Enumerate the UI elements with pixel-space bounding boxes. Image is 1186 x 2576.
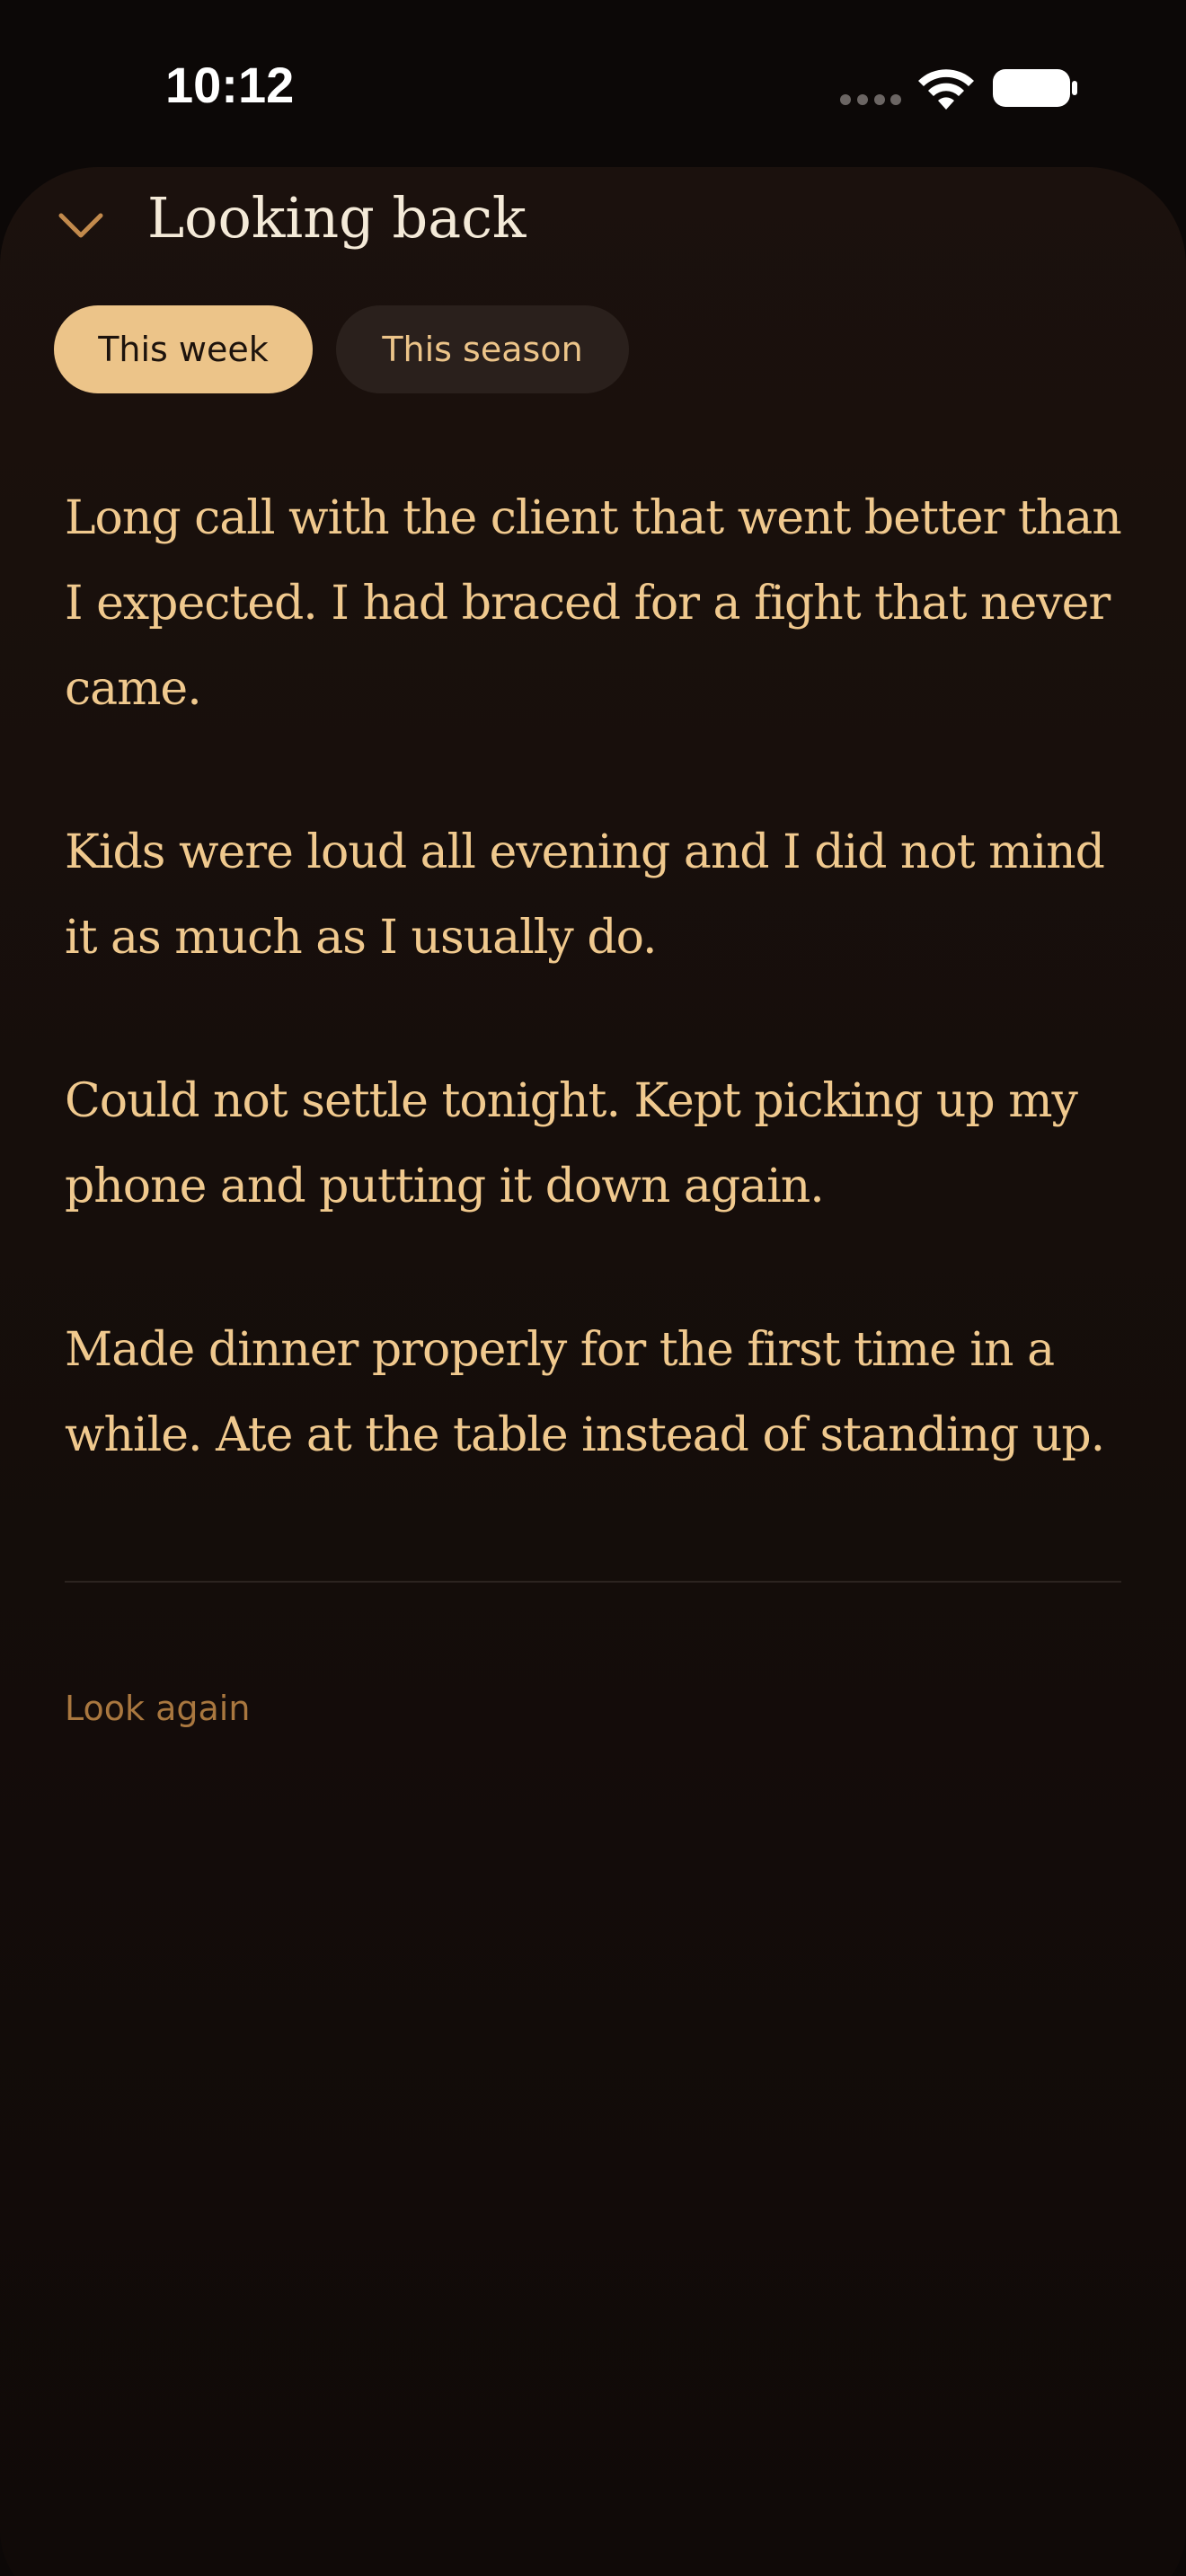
battery-icon	[993, 69, 1077, 107]
sheet-header: Looking back	[0, 167, 1186, 293]
status-bar: 10:12	[0, 0, 1186, 167]
sheet-title: Looking back	[147, 185, 527, 251]
signal-dots-icon	[840, 94, 901, 105]
entry-text: Could not settle tonight. Kept picking u…	[65, 1074, 1078, 1213]
wifi-icon	[918, 69, 974, 110]
divider	[65, 1581, 1121, 1583]
tab-this-week[interactable]: This week	[54, 305, 313, 393]
status-time: 10:12	[165, 57, 295, 113]
entry-text: Kids were loud all evening and I did not…	[65, 825, 1105, 965]
entry-text: Long call with the client that went bett…	[65, 491, 1122, 716]
entry-text: Made dinner properly for the first time …	[65, 1323, 1105, 1462]
look-again-button[interactable]: Look again	[65, 1689, 250, 1728]
tab-this-season[interactable]: This season	[336, 305, 629, 393]
entry-list: Long call with the client that went bett…	[65, 476, 1125, 1557]
chevron-down-icon[interactable]	[56, 208, 106, 244]
looking-back-sheet: Looking back This week This season Long …	[0, 167, 1186, 2576]
